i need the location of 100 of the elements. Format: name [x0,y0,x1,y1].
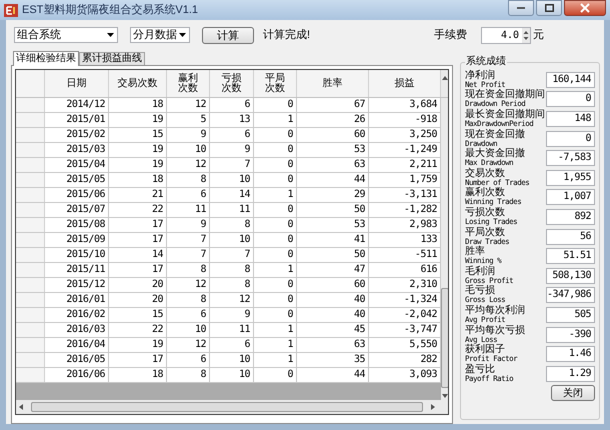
stat-label: 最长资金回撤期间 [465,110,546,120]
table-cell: 14 [210,188,254,202]
row-header[interactable] [16,233,45,247]
scroll-right-icon [431,404,435,410]
table-cell: 8 [167,293,210,307]
scrollbar-thumb[interactable] [441,288,448,388]
maximize-button[interactable] [536,0,562,16]
scroll-down-icon [442,394,448,398]
minimize-icon [517,7,525,9]
dropdown[interactable]: 分月数据 [130,27,190,43]
table-cell: 14 [109,248,167,262]
table-cell: 2016/03 [45,323,109,337]
stat-value-field: 51.51 [546,248,595,264]
table-cell: 2015/02 [45,128,109,142]
table-cell: 8 [210,263,254,277]
table-cell: 50 [297,248,369,262]
column-header[interactable]: 交易次数 [109,70,167,97]
table-cell: 0 [254,308,297,322]
group-title: 系统成绩 [465,56,507,68]
table-cell: 7 [167,248,210,262]
table-cell: 0 [254,278,297,292]
stat-value-field: 1.46 [546,346,595,362]
table-cell: 2015/12 [45,278,109,292]
column-header[interactable]: 赢利次数 [167,70,210,97]
table-cell: 11 [167,203,210,217]
row-header[interactable] [16,368,45,382]
close-dialog-button[interactable]: 关闭 [551,384,595,400]
table-cell: 53 [297,218,369,232]
column-header[interactable]: 日期 [45,70,109,97]
row-header[interactable] [16,308,45,322]
row-header[interactable] [16,203,45,217]
stat-value-field: 148 [546,110,595,127]
stat-label: 亏损次数 [465,208,506,218]
table-cell: 20 [109,293,167,307]
table-cell: 7 [167,233,210,247]
tab[interactable]: 详细检验结果 [13,51,79,66]
table-cell: 19 [109,338,167,352]
table-cell: 15 [109,308,167,322]
close-button[interactable] [564,0,606,16]
table-cell: 5 [167,113,210,127]
stat-label: 现在资金回撤 [465,130,526,140]
calculate-button[interactable]: 计算 [202,26,254,44]
row-header[interactable] [16,293,45,307]
table-cell: 10 [210,233,254,247]
table-cell: 2016/06 [45,368,109,382]
table-cell: 12 [210,293,254,307]
row-header[interactable] [16,263,45,277]
table-cell: 18 [109,173,167,187]
table-cell: 12 [167,278,210,292]
table-cell: 1 [254,338,297,352]
row-header[interactable] [16,353,45,367]
column-header[interactable]: 平局次数 [254,70,297,97]
table-cell: 19 [109,158,167,172]
table-cell: 12 [167,338,210,352]
column-header[interactable]: 亏损次数 [210,70,254,97]
row-header[interactable] [16,113,45,127]
row-header[interactable] [16,218,45,232]
row-header[interactable] [16,143,45,157]
row-header[interactable] [16,338,45,352]
stat-value-field: 505 [546,306,595,323]
row-header[interactable] [16,98,45,112]
row-header[interactable] [16,278,45,292]
row-header[interactable] [16,173,45,187]
table-cell: 45 [297,323,369,337]
table-cell: 44 [297,173,369,187]
table-cell: 63 [297,158,369,172]
table-cell: 19 [109,143,167,157]
dropdown[interactable]: 组合系统 [14,27,118,43]
table-cell: 2015/05 [45,173,109,187]
column-header[interactable]: 胜率 [297,70,369,97]
table-cell: 21 [109,188,167,202]
row-header[interactable] [16,158,45,172]
table-cell: 2014/12 [45,98,109,112]
table-cell: 2015/07 [45,203,109,217]
stat-value-field: 892 [546,208,595,225]
status-text: 计算完成! [263,28,312,43]
table-cell: 47 [297,263,369,277]
row-header[interactable] [16,323,45,337]
scrollbar-thumb[interactable] [31,402,423,412]
table-cell: 0 [254,233,297,247]
row-header[interactable] [16,128,45,142]
table-cell: 17 [109,218,167,232]
table-cell: 0 [254,158,297,172]
table-cell: 2015/06 [45,188,109,202]
stat-value-field: 56 [546,228,595,245]
row-header[interactable] [16,248,45,262]
tab[interactable]: 累计损益曲线 [79,52,145,65]
table-cell: 2015/08 [45,218,109,232]
row-header[interactable] [16,188,45,202]
fee-spinner[interactable]: 4.0 [481,26,531,44]
stat-value-field: -347,986 [546,287,595,304]
table-cell: 10 [210,368,254,382]
table-cell: 40 [297,308,369,322]
table-cell: 10 [210,173,254,187]
caret-icon [179,33,186,37]
table-cell: 17 [109,233,167,247]
maximize-icon [544,4,554,12]
table-cell: 2015/10 [45,248,109,262]
table-cell: 22 [109,203,167,217]
table-cell: 6 [167,188,210,202]
